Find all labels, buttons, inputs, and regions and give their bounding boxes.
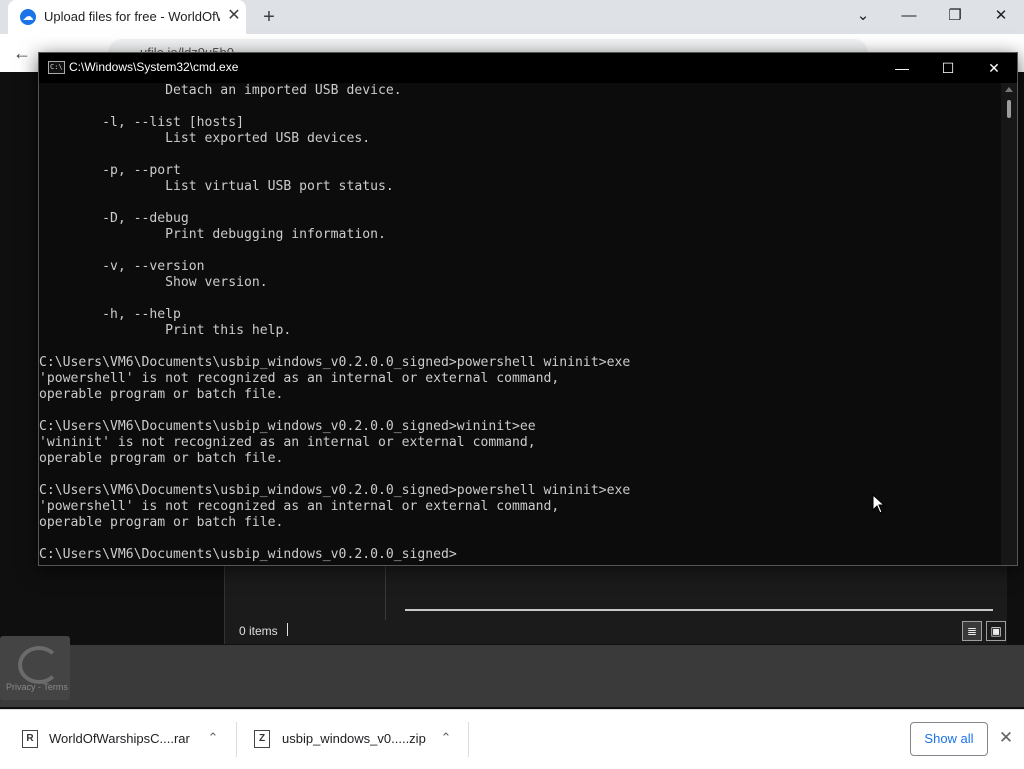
show-all-downloads-button[interactable]: Show all	[910, 722, 988, 756]
page-footer-band	[0, 645, 1024, 707]
status-separator	[287, 623, 288, 636]
zip-file-icon: Z	[254, 730, 270, 748]
cmd-close-button[interactable]: ✕	[971, 53, 1017, 83]
new-tab-button[interactable]: +	[258, 6, 280, 28]
tab-title: Upload files for free - WorldOfW	[44, 9, 220, 24]
browser-tab[interactable]: ☁ Upload files for free - WorldOfW ✕	[8, 0, 246, 34]
details-view-icon[interactable]: ≣	[962, 621, 982, 641]
explorer-pane-divider[interactable]	[385, 562, 386, 620]
browser-minimize-button[interactable]: —	[886, 3, 932, 31]
recaptcha-badge[interactable]: Privacy - Terms	[0, 636, 70, 700]
chevron-up-icon[interactable]: ⌃	[436, 727, 456, 749]
cmd-window-title: C:\Windows\System32\cmd.exe	[69, 60, 239, 74]
recaptcha-logo-icon	[18, 646, 60, 684]
scroll-up-arrow-icon[interactable]	[1005, 87, 1013, 92]
download-item[interactable]: R WorldOfWarshipsC....rar ⌃	[0, 710, 236, 769]
download-item[interactable]: Z usbip_windows_v0.....zip ⌃	[237, 710, 468, 769]
rar-file-icon: R	[22, 730, 38, 748]
recaptcha-links[interactable]: Privacy - Terms	[6, 682, 68, 692]
large-icons-view-icon[interactable]: ▣	[986, 621, 1006, 641]
download-divider	[468, 722, 469, 757]
cmd-title-bar[interactable]: C:\ C:\Windows\System32\cmd.exe — ☐ ✕	[39, 53, 1017, 83]
items-count-status: 0 items	[239, 624, 278, 638]
tab-close-icon[interactable]: ✕	[224, 6, 244, 26]
browser-tab-strip: ☁ Upload files for free - WorldOfW ✕ + ⌄…	[0, 0, 1024, 34]
file-explorer-panel: 0 items ≣ ▣	[224, 562, 1007, 644]
download-filename: usbip_windows_v0.....zip	[282, 731, 426, 746]
console-scrollbar[interactable]	[1001, 83, 1017, 565]
console-text: Detach an imported USB device. -l, --lis…	[39, 83, 631, 562]
explorer-horizontal-scrollbar[interactable]	[405, 609, 993, 611]
browser-close-button[interactable]: ✕	[978, 3, 1024, 31]
download-filename: WorldOfWarshipsC....rar	[49, 731, 190, 746]
cmd-minimize-button[interactable]: —	[879, 53, 925, 83]
downloads-bar: R WorldOfWarshipsC....rar ⌃ Z usbip_wind…	[0, 709, 1024, 769]
browser-restore-button[interactable]: ❐	[932, 3, 978, 31]
console-output[interactable]: Detach an imported USB device. -l, --lis…	[39, 83, 999, 565]
cmd-maximize-button[interactable]: ☐	[925, 53, 971, 83]
chevron-up-icon[interactable]: ⌃	[203, 727, 223, 749]
back-arrow-icon[interactable]: ←	[10, 42, 34, 64]
cmd-app-icon: C:\	[48, 61, 65, 74]
tab-search-chevron-icon[interactable]: ⌄	[840, 3, 886, 31]
cmd-window[interactable]: C:\ C:\Windows\System32\cmd.exe — ☐ ✕ De…	[38, 52, 1018, 566]
scroll-thumb[interactable]	[1007, 100, 1011, 118]
ufile-favicon-icon: ☁	[20, 9, 36, 25]
close-downloads-bar-icon[interactable]: ✕	[996, 726, 1016, 750]
